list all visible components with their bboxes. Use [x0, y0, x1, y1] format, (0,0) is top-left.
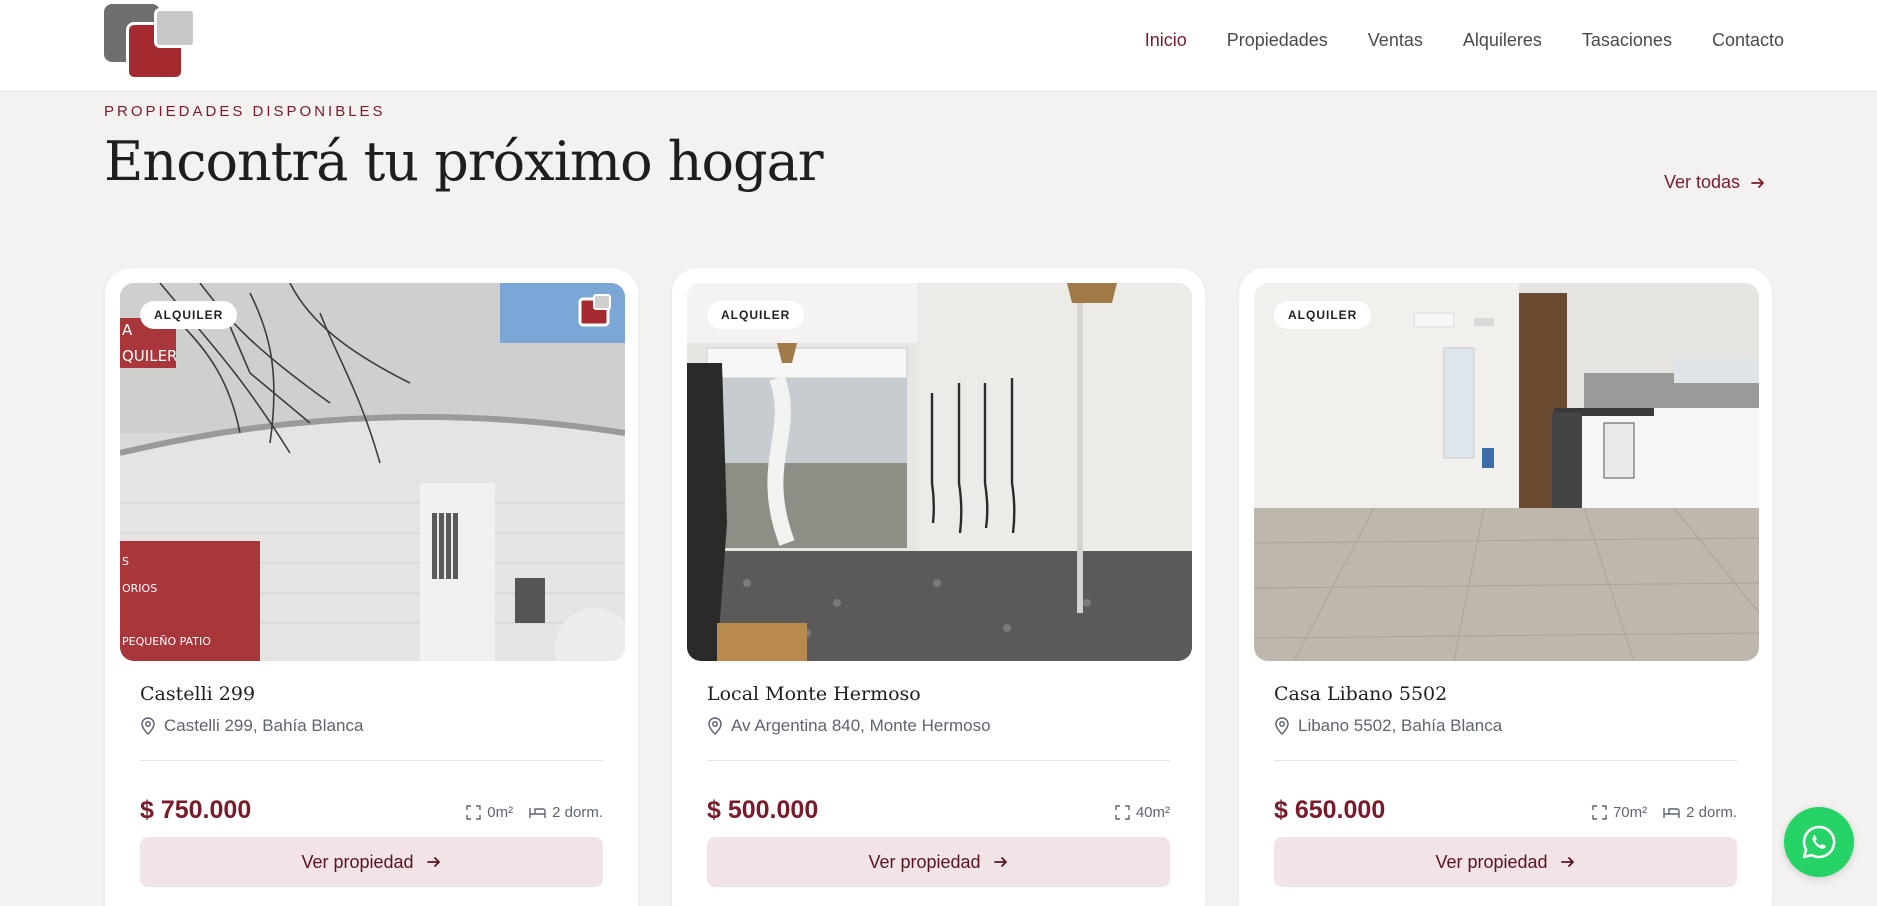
nav-contacto[interactable]: Contacto — [1712, 30, 1784, 51]
view-property-label: Ver propiedad — [301, 851, 414, 872]
view-property-button[interactable]: Ver propiedad — [707, 837, 1170, 887]
svg-text:QUILER: QUILER — [122, 347, 177, 365]
area-expand-icon — [1592, 805, 1607, 820]
card-divider — [707, 760, 1170, 761]
see-all-label: Ver todas — [1664, 172, 1741, 192]
area-value: 40m² — [1135, 804, 1170, 821]
listing-type-badge: ALQUILER — [1274, 301, 1372, 329]
area-value: 70m² — [1612, 804, 1648, 821]
location-pin-icon — [1275, 717, 1289, 735]
property-card[interactable]: ALQUILER Casa Libano 5502 Libano 5502, B… — [1239, 268, 1772, 906]
area-expand-icon — [466, 805, 481, 820]
section-title: Encontrá tu próximo hogar — [104, 130, 824, 193]
arrow-right-icon — [1560, 857, 1574, 867]
whatsapp-icon — [1802, 825, 1836, 859]
view-property-button[interactable]: Ver propiedad — [140, 837, 603, 887]
photo-house-exterior: A QUILER S ORIOS PEQUEÑO PATIO — [120, 283, 625, 661]
property-price: $ 500.000 — [707, 796, 819, 824]
bedrooms-meta: 2 dorm. — [1663, 804, 1737, 821]
bed-icon — [1663, 807, 1680, 818]
property-card[interactable]: A QUILER S ORIOS PEQUEÑO PATIO ALQUILER … — [105, 268, 638, 906]
see-all-link[interactable]: Ver todas — [1664, 172, 1766, 193]
location-pin-icon — [141, 717, 155, 735]
property-address: Libano 5502, Bahía Blanca — [1274, 716, 1502, 736]
svg-text:A: A — [122, 321, 133, 339]
section-eyebrow: PROPIEDADES DISPONIBLES — [104, 103, 386, 120]
bed-icon — [529, 807, 546, 818]
nav-ventas[interactable]: Ventas — [1368, 30, 1423, 51]
arrow-right-icon — [426, 857, 440, 867]
photo-house-interior — [1254, 283, 1759, 661]
area-meta: 0m² — [466, 804, 513, 821]
svg-text:ORIOS: ORIOS — [122, 582, 157, 595]
nav-alquileres[interactable]: Alquileres — [1463, 30, 1542, 51]
property-address: Castelli 299, Bahía Blanca — [140, 716, 363, 736]
view-property-label: Ver propiedad — [1435, 851, 1548, 872]
property-meta: 0m² 2 dorm. — [466, 804, 603, 821]
arrow-right-icon — [1751, 177, 1764, 188]
property-name[interactable]: Castelli 299 — [140, 683, 255, 705]
property-meta: 70m² 2 dorm. — [1592, 804, 1737, 821]
bedrooms-meta: 2 dorm. — [529, 804, 603, 821]
area-meta: 40m² — [1115, 804, 1170, 821]
address-text: Castelli 299, Bahía Blanca — [164, 716, 364, 735]
nav-propiedades[interactable]: Propiedades — [1227, 30, 1328, 51]
nav-inicio[interactable]: Inicio — [1145, 30, 1187, 51]
bedrooms-value: 2 dorm. — [1686, 804, 1737, 821]
property-photo[interactable]: A QUILER S ORIOS PEQUEÑO PATIO ALQUILER — [120, 283, 625, 661]
card-divider — [1274, 760, 1737, 761]
property-photo[interactable]: ALQUILER — [1254, 283, 1759, 661]
area-meta: 70m² — [1592, 804, 1647, 821]
nav-tasaciones[interactable]: Tasaciones — [1582, 30, 1672, 51]
address-text: Av Argentina 840, Monte Hermoso — [731, 716, 991, 735]
arrow-right-icon — [993, 857, 1007, 867]
svg-text:PEQUEÑO PATIO: PEQUEÑO PATIO — [122, 635, 211, 648]
photo-local-interior — [687, 283, 1192, 661]
svg-text:S: S — [122, 555, 129, 568]
property-meta: 40m² — [1115, 804, 1170, 821]
whatsapp-button[interactable] — [1784, 807, 1854, 877]
listing-type-badge: ALQUILER — [707, 301, 805, 329]
property-price: $ 650.000 — [1274, 796, 1386, 824]
property-card[interactable]: ALQUILER Local Monte Hermoso Av Argentin… — [672, 268, 1205, 906]
area-value: 0m² — [487, 804, 514, 821]
view-property-button[interactable]: Ver propiedad — [1274, 837, 1737, 887]
property-address: Av Argentina 840, Monte Hermoso — [707, 716, 991, 736]
listing-type-badge: ALQUILER — [140, 301, 238, 329]
logo-square-light — [154, 8, 196, 48]
logo[interactable] — [104, 2, 196, 80]
property-photo[interactable]: ALQUILER — [687, 283, 1192, 661]
main-nav: Inicio Propiedades Ventas Alquileres Tas… — [1145, 30, 1784, 51]
property-name[interactable]: Casa Libano 5502 — [1274, 683, 1447, 705]
view-property-label: Ver propiedad — [868, 851, 981, 872]
bedrooms-value: 2 dorm. — [552, 804, 603, 821]
area-expand-icon — [1115, 805, 1130, 820]
property-name[interactable]: Local Monte Hermoso — [707, 683, 921, 705]
site-header: Inicio Propiedades Ventas Alquileres Tas… — [0, 0, 1877, 92]
card-divider — [140, 760, 603, 761]
location-pin-icon — [708, 717, 722, 735]
address-text: Libano 5502, Bahía Blanca — [1298, 716, 1503, 735]
property-price: $ 750.000 — [140, 796, 252, 824]
